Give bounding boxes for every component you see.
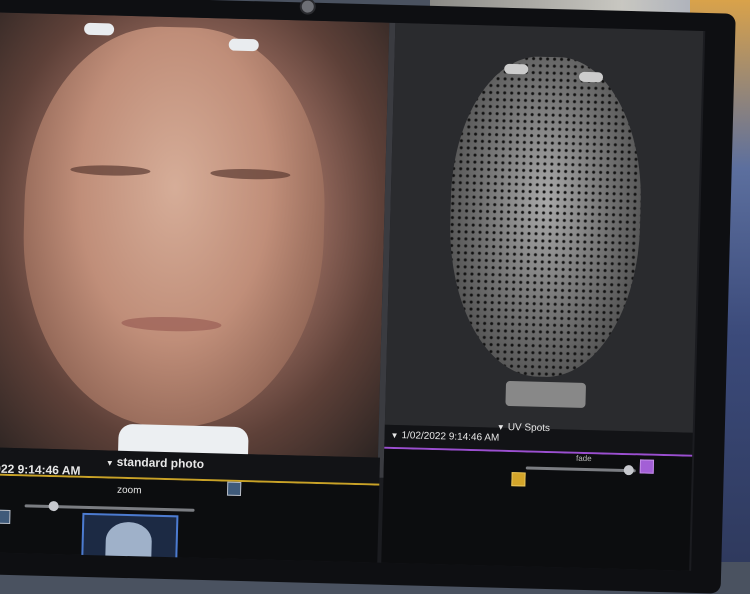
- uv-head-clip-right: [578, 71, 604, 83]
- head-clip-right: [228, 38, 259, 52]
- fade-end-icon[interactable]: [639, 459, 655, 474]
- navigator-thumbnail[interactable]: [81, 512, 179, 564]
- head-clip-left: [83, 22, 115, 36]
- uv-spots-view[interactable]: [384, 22, 704, 433]
- face-photo: [18, 23, 330, 432]
- view-icon[interactable]: [0, 509, 11, 524]
- right-controls: fade: [381, 448, 693, 571]
- uv-face-photo: [446, 54, 645, 380]
- standard-photo-view[interactable]: [0, 12, 390, 458]
- zoom-slider-thumb[interactable]: [48, 500, 59, 512]
- fade-start-icon[interactable]: [511, 472, 526, 487]
- uv-chin-rest: [505, 380, 587, 408]
- right-mode-label: UV Spots: [507, 421, 551, 435]
- triangle-down-icon: ▼: [390, 430, 399, 441]
- uv-head-clip-left: [504, 63, 529, 75]
- webcam-icon: [299, 0, 316, 15]
- triangle-down-icon: ▼: [496, 422, 505, 432]
- eye-icon[interactable]: [226, 481, 242, 497]
- monitor-bezel: 2022 9:14:46 AM ▼ standard photo zoom ▼ 1/…: [0, 0, 736, 594]
- right-mode-dropdown[interactable]: ▼ UV Spots: [497, 422, 550, 434]
- left-controls: zoom: [0, 475, 380, 564]
- left-mode-label: standard photo: [116, 454, 205, 472]
- fade-slider-track[interactable]: [525, 466, 636, 473]
- right-timestamp-dropdown[interactable]: ▼ 1/02/2022 9:14:46 AM: [390, 430, 499, 444]
- thumbnail-face: [105, 521, 153, 561]
- triangle-down-icon: ▼: [105, 458, 114, 468]
- fade-label: fade: [575, 453, 592, 464]
- app-screen: 2022 9:14:46 AM ▼ standard photo zoom ▼ 1/…: [0, 12, 706, 571]
- left-mode-dropdown[interactable]: ▼ standard photo: [106, 454, 205, 471]
- zoom-label: zoom: [116, 484, 142, 497]
- fade-slider-thumb[interactable]: [623, 465, 634, 476]
- right-timestamp: 1/02/2022 9:14:46 AM: [401, 430, 500, 444]
